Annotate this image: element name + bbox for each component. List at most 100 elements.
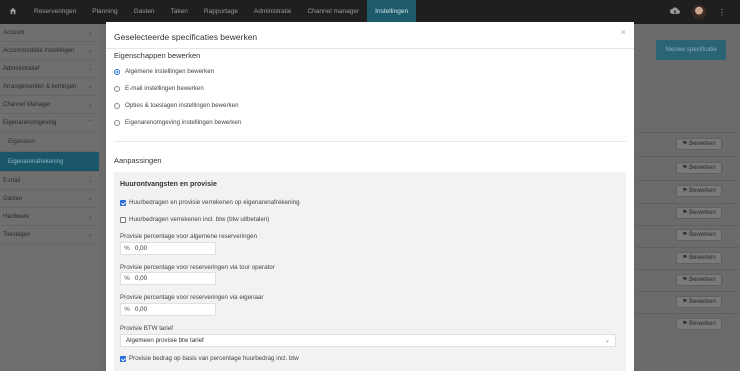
field-label: Provisie percentage voor reserveringen v… <box>120 264 275 271</box>
edit-button[interactable]: ⚑ Bewerken <box>676 296 722 308</box>
radio-button[interactable] <box>114 68 120 75</box>
percent-icon: % <box>124 245 130 252</box>
rent-commission-panel: Huurontvangsten en provisie Huurbedragen… <box>114 172 626 371</box>
sidebar-item-label: Account <box>3 30 25 36</box>
sidebar-item-label: Hardware <box>3 214 30 220</box>
nav-planning[interactable]: Planning <box>84 0 125 24</box>
cloud-download-icon[interactable] <box>670 7 680 17</box>
sidebar-item-eigenarenafrekening[interactable]: Eigenarenafrekening <box>0 152 99 172</box>
edit-button[interactable]: ⚑ Bewerken <box>676 229 722 241</box>
row-divider <box>636 225 740 226</box>
sidebar-item-administratief[interactable]: Administratief ⌄ <box>0 60 99 78</box>
chevron-down-icon: ⌄ <box>87 66 93 72</box>
divider <box>114 141 626 142</box>
new-specification-button[interactable]: Nieuwe specificatie <box>656 40 726 60</box>
nav-taken[interactable]: Taken <box>163 0 196 24</box>
sidebar-item-account[interactable]: Account ⌄ <box>0 24 99 42</box>
sidebar-item-label: Arrangementen & kortingen <box>3 84 77 90</box>
select-value: Algemeen provisie btw tarief <box>126 337 204 344</box>
chevron-down-icon: ⌄ <box>87 48 93 54</box>
checkbox-settle-on-statement[interactable]: Huurbedragen en provisie verrekenen op e… <box>120 199 300 206</box>
top-navigation: Reserveringen Planning Gasten Taken Rapp… <box>0 0 740 24</box>
nav-channel-manager[interactable]: Channel manager <box>299 0 367 24</box>
sidebar-item-accommodatie[interactable]: Accommodatie instellingen ⌄ <box>0 42 99 60</box>
sidebar-item-toeslagen[interactable]: Toeslagen ⌄ <box>0 226 99 244</box>
commission-owner-input[interactable]: % 0,00 <box>120 303 216 316</box>
sidebar-item-eigenaren[interactable]: Eigenaren <box>0 132 99 152</box>
radio-owner-env-settings[interactable]: Eigenarenomgeving instellingen bewerken <box>114 119 241 126</box>
radio-button[interactable] <box>114 85 120 92</box>
edit-label: Bewerken <box>689 210 716 216</box>
sidebar-item-label: Eigenarenafrekening <box>8 159 64 165</box>
sidebar-item-arrangementen[interactable]: Arrangementen & kortingen ⌄ <box>0 78 99 96</box>
radio-options-settings[interactable]: Opties & toeslagen instellingen bewerken <box>114 102 239 109</box>
nav-gasten[interactable]: Gasten <box>126 0 163 24</box>
nav-instellingen[interactable]: Instellingen <box>367 0 417 24</box>
field-label: Provisie BTW tarief <box>120 325 173 332</box>
radio-button[interactable] <box>114 102 120 109</box>
radio-button[interactable] <box>114 119 120 126</box>
nav-administratie[interactable]: Administratie <box>246 0 300 24</box>
edit-button[interactable]: ⚑ Bewerken <box>676 252 722 264</box>
edit-button[interactable]: ⚑ Bewerken <box>676 274 722 286</box>
radio-general-settings[interactable]: Algemene instellingen bewerken <box>114 68 214 75</box>
sidebar-item-gasten[interactable]: Gasten ⌄ <box>0 190 99 208</box>
edit-label: Bewerken <box>689 255 716 261</box>
percent-icon: % <box>124 306 130 313</box>
edit-label: Bewerken <box>689 277 716 283</box>
chevron-up-icon: ⌃ <box>87 120 93 126</box>
radio-label: Eigenarenomgeving instellingen bewerken <box>125 119 242 126</box>
avatar[interactable] <box>692 5 706 19</box>
home-icon[interactable] <box>0 7 26 17</box>
edit-button[interactable]: ⚑ Bewerken <box>676 185 722 197</box>
nav-reserveringen[interactable]: Reserveringen <box>26 0 84 24</box>
adjustments-section-title: Aanpassingen <box>114 156 162 165</box>
sidebar-item-channel-manager[interactable]: Channel Manager ⌄ <box>0 96 99 114</box>
checkbox-label: Provisie bedrag op basis van percentage … <box>129 355 299 362</box>
edit-button[interactable]: ⚑ Bewerken <box>676 162 722 174</box>
edit-button[interactable]: ⚑ Bewerken <box>676 318 722 330</box>
edit-label: Bewerken <box>689 299 716 305</box>
edit-button[interactable]: ⚑ Bewerken <box>676 138 722 150</box>
edit-button[interactable]: ⚑ Bewerken <box>676 207 722 219</box>
row-divider <box>636 269 740 270</box>
chevron-down-icon: ⌄ <box>87 178 93 184</box>
panel-title: Huurontvangsten en provisie <box>120 181 217 188</box>
checkbox[interactable] <box>120 199 126 206</box>
checkbox-label: Huurbedragen verrekenen incl. btw (btw u… <box>129 216 270 223</box>
radio-label: E-mail instellingen bewerken <box>125 85 204 92</box>
row-divider <box>636 132 740 133</box>
edit-label: Bewerken <box>689 165 716 171</box>
sidebar: Account ⌄ Accommodatie instellingen ⌄ Admi… <box>0 24 99 371</box>
commission-general-input[interactable]: % 0,00 <box>120 242 216 255</box>
row-divider <box>636 247 740 248</box>
modal-title: Geselecteerde specificaties bewerken <box>114 32 258 42</box>
edit-label: Bewerken <box>689 321 716 327</box>
sidebar-item-label: Eigenaren <box>8 139 36 145</box>
nav-rapportage[interactable]: Rapportage <box>196 0 246 24</box>
sidebar-item-email[interactable]: E-mail ⌄ <box>0 172 99 190</box>
edit-label: Bewerken <box>689 141 716 147</box>
divider <box>106 48 634 49</box>
checkbox-settle-incl-btw[interactable]: Huurbedragen verrekenen incl. btw (btw u… <box>120 216 269 223</box>
input-value: 0,00 <box>135 245 148 252</box>
commission-tour-operator-input[interactable]: % 0,00 <box>120 272 216 285</box>
input-value: 0,00 <box>135 275 148 282</box>
sidebar-item-label: Administratief <box>3 66 40 72</box>
chevron-down-icon: ⌄ <box>87 30 93 36</box>
sidebar-item-eigenarenomgeving[interactable]: Eigenarenomgeving ⌃ <box>0 114 99 132</box>
checkbox[interactable] <box>120 216 126 223</box>
chevron-down-icon: ⌄ <box>87 102 93 108</box>
edit-label: Bewerken <box>689 232 716 238</box>
sidebar-item-label: Gasten <box>3 196 23 202</box>
checkbox[interactable] <box>120 355 126 362</box>
checkbox-commission-incl-btw[interactable]: Provisie bedrag op basis van percentage … <box>120 355 299 362</box>
close-icon[interactable]: × <box>621 27 626 37</box>
sidebar-item-hardware[interactable]: Hardware ⌄ <box>0 208 99 226</box>
row-divider <box>636 156 740 157</box>
row-divider <box>636 291 740 292</box>
chevron-down-icon: ⌄ <box>87 232 93 238</box>
commission-btw-select[interactable]: Algemeen provisie btw tarief ⌄ <box>120 334 616 347</box>
more-vertical-icon[interactable]: ⋮ <box>718 8 726 17</box>
radio-email-settings[interactable]: E-mail instellingen bewerken <box>114 85 204 92</box>
